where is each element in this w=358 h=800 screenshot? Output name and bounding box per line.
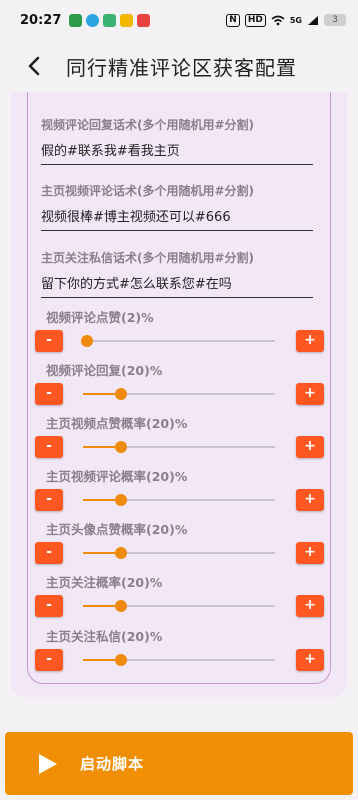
homepage-video-comment-plus-button[interactable]: + [296,489,324,511]
follow-minus-button[interactable]: - [35,595,63,617]
homepage-video-like-plus-button[interactable]: + [296,436,324,458]
homepage-comment-script-field: 主页视频评论话术(多个用随机用#分割) 视频很棒#博主视频还可以#666 [41,182,313,231]
comment-like-minus-button[interactable]: - [35,330,63,352]
comment-like-plus-button[interactable]: + [296,330,324,352]
homepage-video-like-slider[interactable] [83,441,275,453]
slider-label-homepage-video-comment: 主页视频评论概率(20)% [46,469,188,484]
comment-reply-plus-button[interactable]: + [296,383,324,405]
homepage-comment-script-input[interactable]: 视频很棒#博主视频还可以#666 [41,206,313,231]
field-label: 主页视频评论话术(多个用随机用#分割) [41,184,255,198]
slider-label-follow: 主页关注概率(20)% [46,575,163,590]
battery-icon: 3 [324,14,346,26]
comment-reply-slider[interactable] [83,388,275,400]
telegram-icon [86,13,100,27]
avatar-like-slider[interactable] [83,547,275,559]
signal-icon [308,15,318,25]
start-script-label: 启动脚本 [80,755,145,773]
follow-message-script-field: 主页关注私信话术(多个用随机用#分割) 留下你的方式#怎么联系您#在吗 [41,249,313,298]
homepage-video-like-minus-button[interactable]: - [35,436,63,458]
app-bar: 同行精准评论区获客配置 [0,40,358,92]
play-icon [39,753,57,774]
slider-label-homepage-video-like: 主页视频点赞概率(20)% [46,416,188,431]
follow-plus-button[interactable]: + [296,595,324,617]
follow-message-minus-button[interactable]: - [35,649,63,671]
slider-label-avatar-like: 主页头像点赞概率(20)% [46,522,188,537]
status-indicators: N HD 5G 3 [226,13,346,27]
follow-message-plus-button[interactable]: + [296,649,324,671]
status-time: 20:27 [20,12,62,28]
field-label: 主页关注私信话术(多个用随机用#分割) [41,251,255,265]
homepage-video-comment-minus-button[interactable]: - [35,489,63,511]
follow-message-slider[interactable] [83,654,275,666]
wifi-icon [271,15,285,25]
comment-like-slider[interactable] [80,335,275,347]
comment-reply-minus-button[interactable]: - [35,383,63,405]
comment-reply-script-field: 视频评论回复话术(多个用随机用#分割) 假的#联系我#看我主页 [41,116,313,165]
avatar-like-plus-button[interactable]: + [296,542,324,564]
comment-reply-script-input[interactable]: 假的#联系我#看我主页 [41,140,313,165]
page-title: 同行精准评论区获客配置 [66,55,297,80]
notification-icons [69,13,151,27]
start-script-button[interactable]: 启动脚本 [5,732,353,795]
slider-thumb[interactable] [80,335,93,347]
messaging-app-icon [103,13,117,27]
grid-app-icon [69,13,83,27]
network-type: 5G [289,15,302,25]
slider-label-comment-reply: 视频评论回复(20)% [46,363,163,378]
qq-icon [120,13,134,27]
slider-label-follow-message: 主页关注私信(20)% [46,629,163,644]
back-arrow-icon[interactable] [10,42,58,90]
nfc-icon: N [226,13,240,27]
hd-icon: HD [244,13,266,27]
follow-message-script-input[interactable]: 留下你的方式#怎么联系您#在吗 [41,273,313,298]
homepage-video-comment-slider[interactable] [83,494,275,506]
field-label: 视频评论回复话术(多个用随机用#分割) [41,118,255,132]
status-bar: 20:27 N HD 5G 3 [0,0,358,40]
avatar-like-minus-button[interactable]: - [35,542,63,564]
follow-slider[interactable] [83,600,275,612]
slider-label-comment-like: 视频评论点赞(2)% [46,310,154,325]
config-card-border [27,92,331,684]
shopping-app-icon [137,13,151,27]
